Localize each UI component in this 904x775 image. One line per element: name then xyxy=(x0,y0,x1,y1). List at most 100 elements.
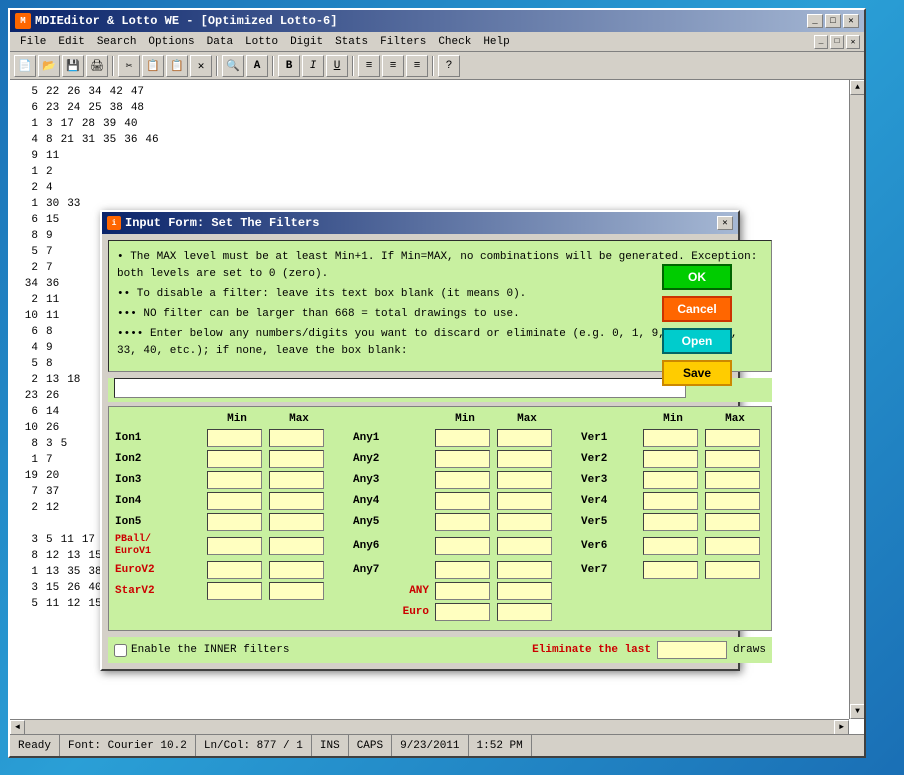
any1-max-input[interactable] xyxy=(497,429,552,447)
toolbar-help[interactable]: ? xyxy=(438,55,460,77)
cancel-button[interactable]: Cancel xyxy=(662,296,732,322)
eliminate-text-input[interactable] xyxy=(114,378,686,398)
toolbar-new[interactable]: 📄 xyxy=(14,55,36,77)
ver4-min-input[interactable] xyxy=(643,492,698,510)
ver2-min-input[interactable] xyxy=(643,450,698,468)
close-button[interactable]: ✕ xyxy=(843,14,859,28)
menu-minimize-button[interactable]: _ xyxy=(814,35,828,49)
open-button[interactable]: Open xyxy=(662,328,732,354)
title-bar-left: M MDIEditor & Lotto WE - [Optimized Lott… xyxy=(15,13,337,29)
any2-min-input[interactable] xyxy=(435,450,490,468)
ver1-min-input[interactable] xyxy=(643,429,698,447)
euro-max-input[interactable] xyxy=(497,603,552,621)
ion4-max-input[interactable] xyxy=(269,492,324,510)
toolbar-align-right[interactable]: ≡ xyxy=(406,55,428,77)
euro-min-input[interactable] xyxy=(435,603,490,621)
menu-search[interactable]: Search xyxy=(91,35,143,49)
ok-button[interactable]: OK xyxy=(662,264,732,290)
menu-filters[interactable]: Filters xyxy=(374,35,432,49)
toolbar-save[interactable]: 💾 xyxy=(62,55,84,77)
any3-max-input[interactable] xyxy=(497,471,552,489)
ion2-max-input[interactable] xyxy=(269,450,324,468)
ver6-min-input[interactable] xyxy=(643,537,698,555)
any4-max-input[interactable] xyxy=(497,492,552,510)
ion1-max-input[interactable] xyxy=(269,429,324,447)
pball-max-input[interactable] xyxy=(269,537,324,555)
any5-max-input[interactable] xyxy=(497,513,552,531)
toolbar-bold[interactable]: B xyxy=(278,55,300,77)
any2-max-input[interactable] xyxy=(497,450,552,468)
modal-title-left: i Input Form: Set The Filters xyxy=(107,216,319,230)
menu-help[interactable]: Help xyxy=(477,35,515,49)
toolbar-search[interactable]: 🔍 xyxy=(222,55,244,77)
eurov2-min-input[interactable] xyxy=(207,561,262,579)
menu-edit[interactable]: Edit xyxy=(52,35,90,49)
toolbar-paste[interactable]: 📋 xyxy=(166,55,188,77)
toolbar-print[interactable]: 🖨 xyxy=(86,55,108,77)
menu-check[interactable]: Check xyxy=(432,35,477,49)
any-min-input[interactable] xyxy=(435,582,490,600)
toolbar-delete[interactable]: ✕ xyxy=(190,55,212,77)
menu-options[interactable]: Options xyxy=(142,35,200,49)
toolbar-sep3 xyxy=(272,56,274,76)
maximize-button[interactable]: □ xyxy=(825,14,841,28)
col2-label xyxy=(353,413,433,425)
menu-stats[interactable]: Stats xyxy=(329,35,374,49)
toolbar-copy[interactable]: 📋 xyxy=(142,55,164,77)
modal-close-button[interactable]: ✕ xyxy=(717,216,733,230)
minimize-button[interactable]: _ xyxy=(807,14,823,28)
any6-min-input[interactable] xyxy=(435,537,490,555)
ion3-max-input[interactable] xyxy=(269,471,324,489)
eliminate-draws-input[interactable] xyxy=(657,641,727,659)
toolbar-open[interactable]: 📂 xyxy=(38,55,60,77)
starv2-max-input[interactable] xyxy=(269,582,324,600)
ion4-min-input[interactable] xyxy=(207,492,262,510)
starv2-min-input[interactable] xyxy=(207,582,262,600)
ver6-max-input[interactable] xyxy=(705,537,760,555)
toolbar-cut[interactable]: ✂ xyxy=(118,55,140,77)
toolbar-align-left[interactable]: ≡ xyxy=(358,55,380,77)
app-icon: M xyxy=(15,13,31,29)
ion5-min-input[interactable] xyxy=(207,513,262,531)
any3-label: Any3 xyxy=(353,474,433,486)
col3-min-header: Min xyxy=(643,413,703,425)
ver2-label: Ver2 xyxy=(581,453,641,465)
any7-max-input[interactable] xyxy=(497,561,552,579)
save-button[interactable]: Save xyxy=(662,360,732,386)
ver7-max-input[interactable] xyxy=(705,561,760,579)
any4-min-input[interactable] xyxy=(435,492,490,510)
menu-lotto[interactable]: Lotto xyxy=(239,35,284,49)
any1-min-input[interactable] xyxy=(435,429,490,447)
ion1-min-input[interactable] xyxy=(207,429,262,447)
eurov2-max-input[interactable] xyxy=(269,561,324,579)
enable-inner-checkbox[interactable] xyxy=(114,644,127,657)
ion3-min-input[interactable] xyxy=(207,471,262,489)
any4-label: Any4 xyxy=(353,495,433,507)
toolbar-align-center[interactable]: ≡ xyxy=(382,55,404,77)
toolbar-underline[interactable]: U xyxy=(326,55,348,77)
menu-restore-button[interactable]: □ xyxy=(830,35,844,49)
toolbar-italic[interactable]: I xyxy=(302,55,324,77)
modal-dialog: i Input Form: Set The Filters ✕ • The MA… xyxy=(100,210,740,671)
any-max-input[interactable] xyxy=(497,582,552,600)
ver1-max-input[interactable] xyxy=(705,429,760,447)
pball-min-input[interactable] xyxy=(207,537,262,555)
menu-data[interactable]: Data xyxy=(201,35,239,49)
menu-file[interactable]: File xyxy=(14,35,52,49)
toolbar-font[interactable]: A xyxy=(246,55,268,77)
ion5-max-input[interactable] xyxy=(269,513,324,531)
ver2-max-input[interactable] xyxy=(705,450,760,468)
any6-max-input[interactable] xyxy=(497,537,552,555)
any7-min-input[interactable] xyxy=(435,561,490,579)
any3-min-input[interactable] xyxy=(435,471,490,489)
menu-digit[interactable]: Digit xyxy=(284,35,329,49)
menu-close-button[interactable]: ✕ xyxy=(846,35,860,49)
ver3-max-input[interactable] xyxy=(705,471,760,489)
ver7-min-input[interactable] xyxy=(643,561,698,579)
ion2-min-input[interactable] xyxy=(207,450,262,468)
any5-min-input[interactable] xyxy=(435,513,490,531)
ver4-max-input[interactable] xyxy=(705,492,760,510)
ver5-max-input[interactable] xyxy=(705,513,760,531)
ver5-min-input[interactable] xyxy=(643,513,698,531)
ver3-min-input[interactable] xyxy=(643,471,698,489)
